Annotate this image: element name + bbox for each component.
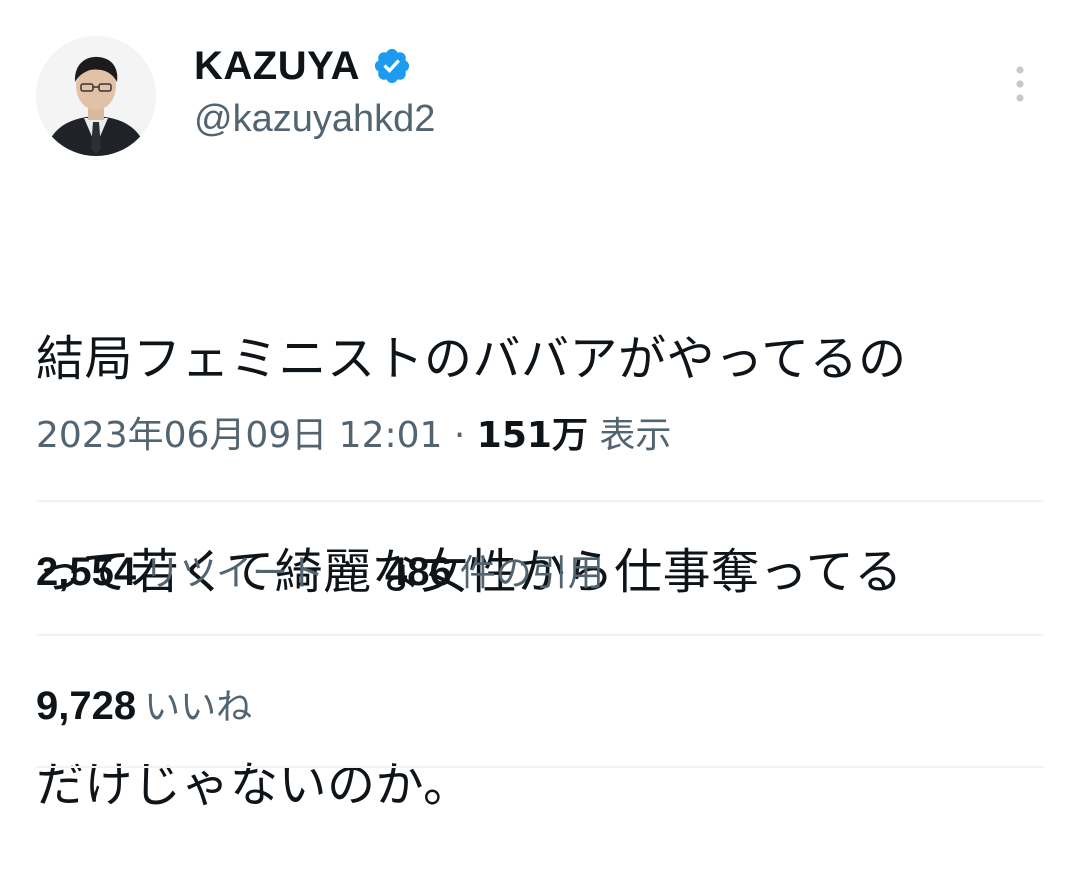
retweets-label: リツイート (144, 553, 325, 594)
tweet-text-line: 結局フェミニストのババアがやってるの (36, 331, 907, 387)
avatar[interactable] (36, 36, 156, 156)
likes-stat[interactable]: 9,728 いいね (36, 684, 253, 728)
tweet-header: KAZUYA @kazuyahkd2 (36, 36, 1044, 156)
likes-count: 9,728 (36, 684, 137, 728)
tweet-text: 結局フェミニストのババアがやってるの って若くて綺麗な女性から仕事奪ってる だけ… (36, 182, 1046, 892)
stats-row-engagement: 2,554 リツイート 486 件の引用 (36, 546, 604, 600)
retweets-count: 2,554 (36, 550, 137, 594)
verified-badge-icon (372, 46, 412, 86)
quotes-label: 件の引用 (459, 553, 604, 594)
display-name[interactable]: KAZUYA (194, 42, 360, 90)
user-handle[interactable]: @kazuyahkd2 (194, 96, 435, 142)
likes-label: いいね (144, 687, 253, 728)
name-row: KAZUYA (194, 42, 412, 90)
tweet-text-line: だけじゃないのか。 (36, 757, 472, 813)
stats-row-likes: 9,728 いいね (36, 680, 252, 734)
retweets-stat[interactable]: 2,554 リツイート (36, 550, 336, 594)
quotes-stat[interactable]: 486 件の引用 (385, 550, 604, 594)
quotes-count: 486 (385, 550, 452, 594)
views-label: 表示 (599, 415, 672, 456)
tweet-meta: 2023年06月09日 12:01 · 151万 表示 (36, 410, 671, 462)
meta-separator: · (453, 415, 466, 456)
divider (36, 634, 1044, 636)
divider (36, 500, 1044, 502)
more-options-icon[interactable] (1012, 64, 1028, 104)
avatar-image (36, 36, 156, 156)
views-count: 151万 (476, 415, 588, 456)
tweet-timestamp[interactable]: 2023年06月09日 12:01 (36, 415, 442, 456)
